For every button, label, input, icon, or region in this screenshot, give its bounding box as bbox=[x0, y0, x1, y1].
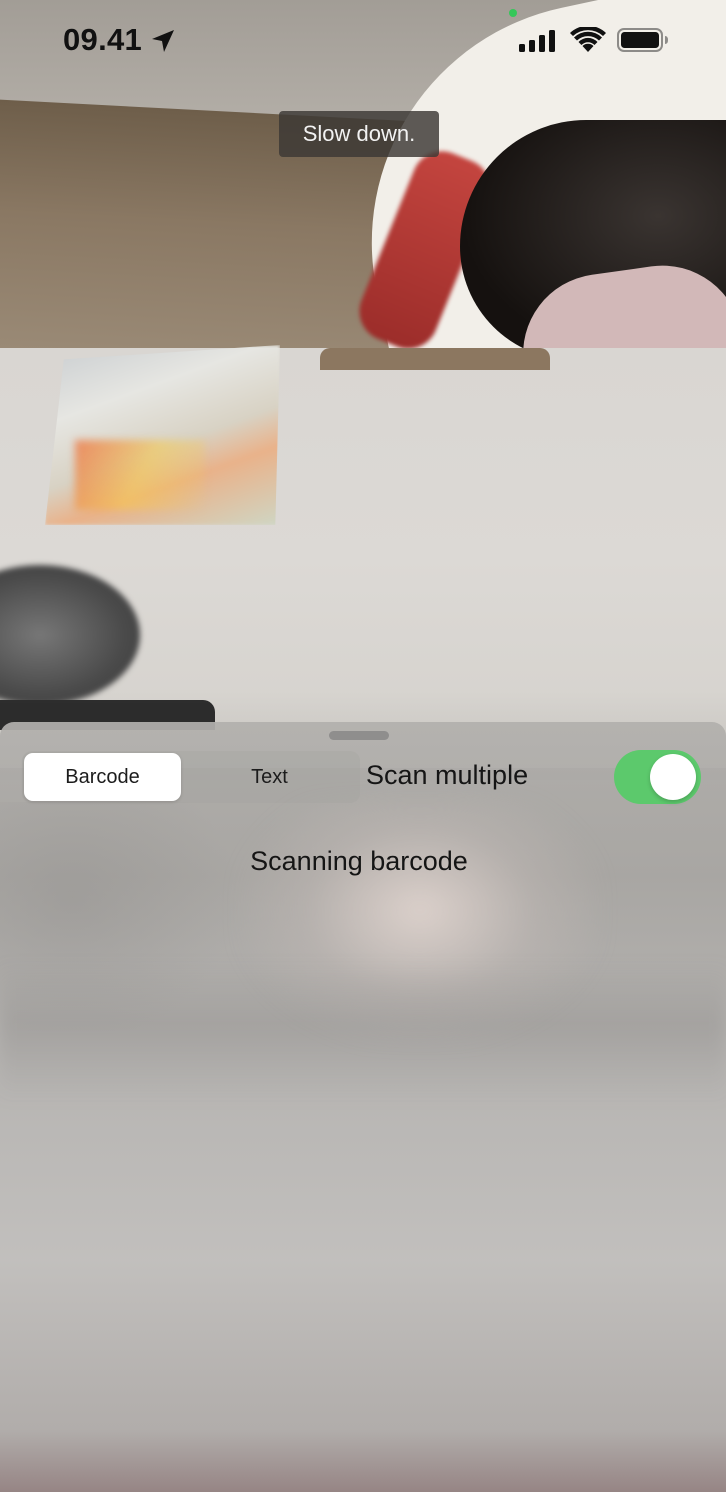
barcode-mode-tab[interactable]: Barcode bbox=[24, 753, 181, 801]
toast-text: Slow down. bbox=[302, 121, 416, 146]
scanner-bottom-sheet: Barcode Text Scan multiple Scanning barc… bbox=[0, 722, 726, 1492]
camera-foil-stripe bbox=[75, 440, 205, 510]
sheet-grabber-handle[interactable] bbox=[329, 731, 389, 740]
scanner-screen: 09.41 Slow down. Barcode Text Scan multi… bbox=[0, 0, 726, 1492]
signal-icon bbox=[519, 30, 555, 52]
toggle-knob bbox=[650, 754, 696, 800]
battery-icon bbox=[617, 28, 668, 52]
location-arrow-icon bbox=[152, 30, 174, 52]
status-bar: 09.41 bbox=[0, 0, 726, 90]
camera-in-use-indicator bbox=[509, 9, 517, 17]
scanning-status-text: Scanning barcode bbox=[250, 846, 468, 876]
sheet-background-shade bbox=[0, 802, 240, 1042]
status-time: 09.41 bbox=[63, 22, 143, 57]
camera-box-top bbox=[320, 348, 550, 370]
barcode-mode-label: Barcode bbox=[65, 765, 140, 788]
scan-mode-segmented-control: Barcode Text bbox=[22, 751, 360, 803]
wifi-icon bbox=[570, 27, 606, 52]
toast-message: Slow down. bbox=[279, 111, 439, 157]
scan-multiple-label: Scan multiple bbox=[366, 760, 529, 790]
text-mode-tab[interactable]: Text bbox=[192, 753, 347, 801]
scan-multiple-toggle[interactable] bbox=[614, 750, 701, 804]
text-mode-label: Text bbox=[251, 765, 288, 788]
